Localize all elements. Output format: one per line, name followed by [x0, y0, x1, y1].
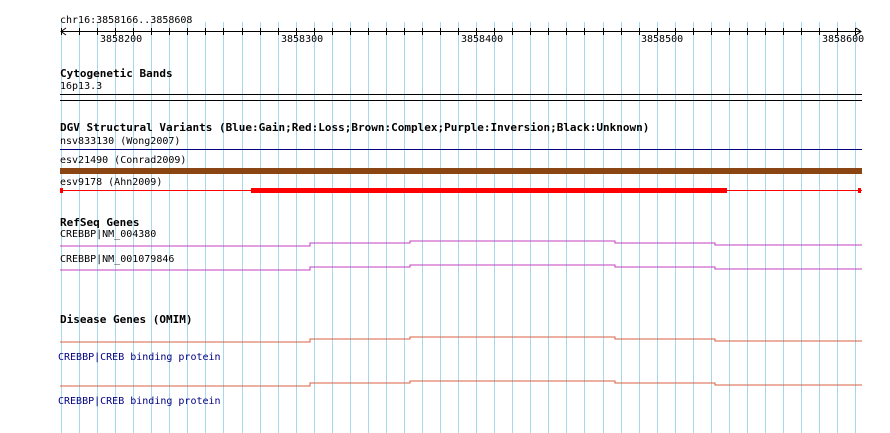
genome-browser-view: chr16:3858166..3858608 3858200 3858300 3…	[0, 0, 890, 433]
refseq-track-title: RefSeq Genes	[60, 216, 140, 229]
ruler-tick-label-4: 3858500	[641, 34, 684, 45]
ruler-tick-label-5: 3858600	[822, 34, 865, 45]
dgv-variant-label[interactable]: esv21490 (Conrad2009)	[60, 155, 186, 167]
refseq-gene-model[interactable]	[60, 262, 862, 274]
cytoband-outline-top	[60, 94, 862, 95]
cytoband-outline-bottom	[60, 100, 862, 101]
cytoband-label: 16p13.3	[60, 81, 103, 92]
region-label: chr16:3858166..3858608	[60, 15, 193, 26]
omim-gene-label[interactable]: CREBBP|CREB binding protein	[58, 352, 221, 364]
omim-gene-model[interactable]	[60, 334, 862, 346]
dgv-variant-gain-bar[interactable]	[60, 149, 862, 150]
dgv-variant-loss-end-cap	[858, 188, 861, 193]
omim-track-title: Disease Genes (OMIM)	[60, 313, 193, 326]
ruler-tick-label-1: 3858200	[100, 34, 143, 45]
dgv-variant-complex-bar[interactable]	[60, 168, 862, 174]
omim-gene-model[interactable]	[60, 378, 862, 390]
ruler-tick-label-2: 3858300	[281, 34, 324, 45]
ruler-tick-label-3: 3858400	[461, 34, 504, 45]
dgv-variant-label[interactable]: nsv833130 (Wong2007)	[60, 136, 180, 148]
cytoband-track-title: Cytogenetic Bands	[60, 67, 173, 80]
dgv-variant-loss-start-cap	[60, 188, 63, 193]
dgv-variant-label[interactable]: esv9178 (Ahn2009)	[60, 177, 162, 189]
dgv-variant-loss-core-bar[interactable]	[251, 188, 727, 193]
omim-gene-label[interactable]: CREBBP|CREB binding protein	[58, 396, 221, 408]
dgv-track-title: DGV Structural Variants (Blue:Gain;Red:L…	[60, 121, 650, 134]
refseq-gene-model[interactable]	[60, 238, 862, 250]
